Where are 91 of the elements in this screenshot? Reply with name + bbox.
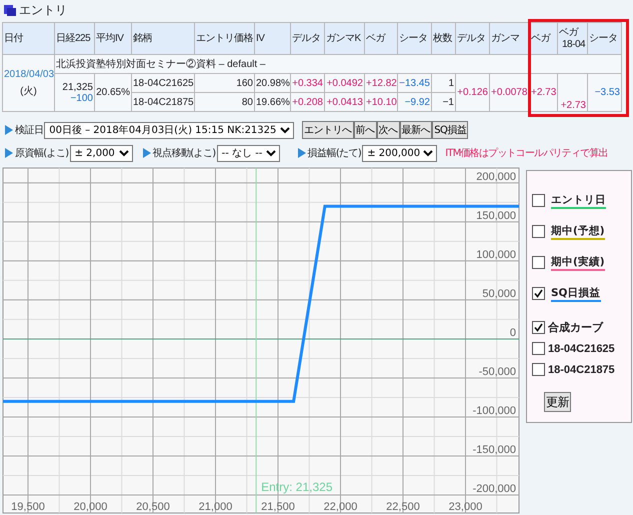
table-cell: 1 bbox=[432, 74, 456, 92]
table-cell: 160 bbox=[194, 74, 254, 92]
axis-tick-label: 20,000 bbox=[74, 501, 108, 513]
legend-label: SQ日損益 bbox=[551, 286, 600, 302]
nav-button[interactable]: 前へ bbox=[354, 121, 377, 139]
column-header: IV bbox=[254, 22, 290, 54]
column-header: エントリ価格 bbox=[194, 22, 254, 54]
column-header: ガンマK bbox=[324, 22, 364, 54]
table-cell: +0.0492 bbox=[324, 74, 364, 92]
control-label: 損益幅(たて) bbox=[308, 147, 362, 160]
table-cell: +0.126 bbox=[456, 74, 490, 112]
triangle-icon bbox=[5, 125, 13, 135]
legend-label: 期中(実績) bbox=[551, 254, 605, 270]
nav-button[interactable]: 次へ bbox=[376, 121, 400, 139]
checkbox[interactable] bbox=[532, 287, 545, 300]
table-cell: +10.10 bbox=[364, 92, 398, 112]
table-cell: −9.92 bbox=[398, 92, 432, 112]
column-header: 銘柄 bbox=[132, 22, 194, 54]
table-cell: 20.98% bbox=[254, 74, 290, 92]
table-cell: 18-04C21875 bbox=[132, 92, 194, 112]
column-header: デルタ bbox=[456, 22, 490, 54]
table-cell: 80 bbox=[194, 92, 254, 112]
checkbox[interactable] bbox=[532, 321, 545, 334]
axis-tick-label: 22,500 bbox=[386, 501, 420, 513]
column-header: 日経225 bbox=[54, 22, 94, 54]
table-cell: 19.66% bbox=[254, 92, 290, 112]
title-cell: 北浜投資塾特別対面セミナー②資料 – default – bbox=[54, 54, 622, 74]
axis-tick-label: 100,000 bbox=[476, 248, 516, 261]
column-header: 枚数 bbox=[432, 22, 456, 54]
control-label: 検証日 bbox=[15, 124, 44, 137]
column-header: ベガ bbox=[530, 22, 558, 54]
legend-label: エントリ日 bbox=[551, 192, 606, 208]
axis-tick-label: 23,000 bbox=[448, 501, 482, 513]
column-header: ガンマ bbox=[490, 22, 530, 54]
triangle-icon bbox=[298, 148, 306, 158]
triangle-icon bbox=[5, 148, 13, 158]
nav-button[interactable]: SQ損益 bbox=[432, 121, 468, 139]
triangle-icon bbox=[142, 148, 151, 158]
axis-tick-label: 20,500 bbox=[136, 501, 170, 513]
checkbox[interactable] bbox=[532, 342, 545, 355]
column-header: ベガ 18-04 bbox=[558, 22, 588, 54]
table-cell: 20.65% bbox=[94, 74, 132, 112]
view-select[interactable]: -- なし -- bbox=[216, 144, 280, 162]
range-select[interactable]: ± 2,000 bbox=[70, 144, 133, 162]
axis-tick-label: -200,000 bbox=[472, 483, 516, 496]
table-cell: +12.82 bbox=[364, 74, 398, 92]
control-label: 原資幅(よこ) bbox=[15, 147, 69, 160]
column-header: デルタ bbox=[290, 22, 324, 54]
axis-tick-label: 22,000 bbox=[324, 501, 358, 513]
axis-tick-label: 21,500 bbox=[261, 501, 295, 513]
checkbox[interactable] bbox=[532, 194, 545, 207]
table-cell: −3.53 bbox=[588, 74, 622, 112]
table-cell: −13.45 bbox=[398, 74, 432, 92]
range-select[interactable]: ± 200,000 bbox=[362, 144, 438, 162]
axis-tick-label: -150,000 bbox=[472, 444, 516, 456]
date-select[interactable]: 00日後 – 2018年04月03日(火) 15:15 NK:21325 bbox=[44, 122, 294, 138]
table-cell: +0.334 bbox=[290, 74, 324, 92]
legend-label: 18-04C21625 bbox=[548, 342, 615, 354]
axis-tick-label: 0 bbox=[510, 326, 516, 339]
checkbox[interactable] bbox=[532, 256, 545, 269]
update-button[interactable]: 更新 bbox=[544, 392, 571, 412]
date-cell: 2018/04/03 (火) bbox=[2, 54, 54, 112]
table-cell: +2.73 bbox=[558, 74, 588, 112]
table-cell: 18-04C21625 bbox=[132, 74, 194, 92]
column-header: シータ bbox=[398, 22, 432, 54]
control-label: 視点移動(よこ) bbox=[152, 146, 216, 160]
axis-tick-label: 200,000 bbox=[476, 170, 516, 183]
legend-label: 期中(予想) bbox=[551, 224, 605, 240]
table-cell: +0.0413 bbox=[324, 92, 364, 112]
table-cell: +2.73 bbox=[530, 74, 558, 112]
column-header: 日付 bbox=[2, 22, 54, 54]
column-header: ベガ bbox=[364, 22, 398, 54]
axis-tick-label: -50,000 bbox=[478, 366, 516, 378]
checkbox[interactable] bbox=[532, 363, 545, 376]
axis-tick-label: 50,000 bbox=[482, 288, 516, 300]
section-title: エントリ bbox=[19, 2, 67, 19]
axis-tick-label: 150,000 bbox=[476, 210, 516, 222]
nikkei-cell: 21,325 −100 bbox=[54, 74, 94, 112]
axis-tick-label: 19,500 bbox=[11, 501, 45, 513]
note-text: ITM価格はプットコールパリティで算出 bbox=[445, 146, 608, 160]
nav-button[interactable]: エントリへ bbox=[302, 121, 354, 139]
legend-label: 18-04C21875 bbox=[548, 364, 615, 376]
legend-label: 合成カーブ bbox=[548, 320, 603, 335]
column-header: 平均IV bbox=[94, 22, 132, 54]
window-icon bbox=[4, 4, 17, 16]
axis-tick-label: 21,000 bbox=[198, 501, 232, 513]
axis-tick-label: -100,000 bbox=[472, 405, 516, 417]
table-cell: +0.208 bbox=[290, 92, 324, 112]
column-header: シータ bbox=[588, 22, 622, 54]
nav-button[interactable]: 最新へ bbox=[400, 121, 432, 139]
checkbox[interactable] bbox=[532, 225, 545, 238]
